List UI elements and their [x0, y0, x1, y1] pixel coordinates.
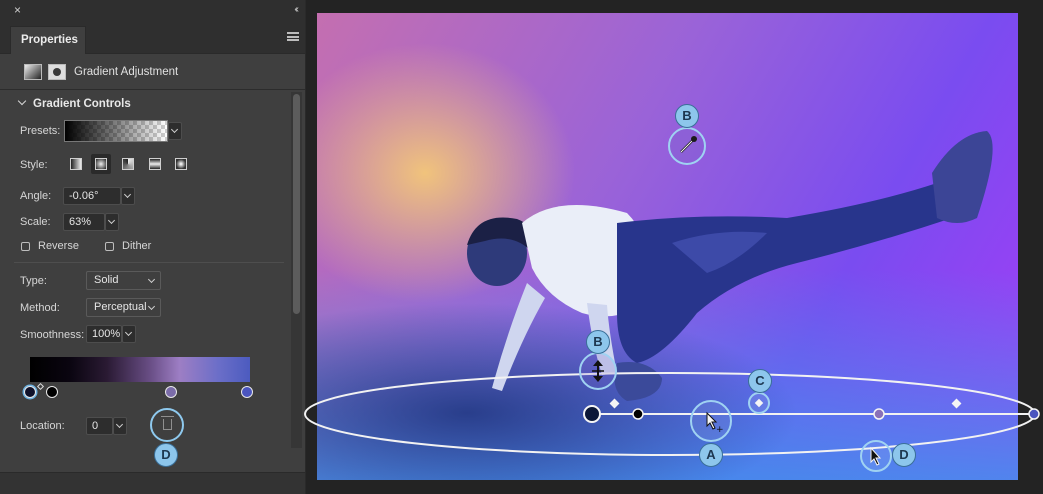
gradient-end-stop — [1028, 408, 1040, 420]
scale-input[interactable]: 63% — [63, 213, 105, 231]
adjustment-header: Gradient Adjustment — [0, 54, 305, 90]
scrollbar-thumb[interactable] — [293, 94, 300, 314]
smoothness-label: Smoothness: — [20, 329, 85, 341]
trash-icon — [161, 416, 174, 430]
presets-label: Presets: — [20, 125, 61, 137]
angle-dropdown-button[interactable] — [121, 187, 135, 205]
adjustment-title: Gradient Adjustment — [74, 66, 179, 78]
section-divider — [14, 262, 284, 263]
location-input[interactable]: 0 — [86, 417, 113, 435]
reflected-gradient-icon — [149, 158, 161, 170]
style-linear-button[interactable] — [66, 154, 86, 174]
properties-panel: × ‹‹ Properties Gradient Adjustment Grad… — [0, 0, 306, 494]
callout-c-midpoint: C — [748, 369, 772, 393]
reverse-label: Reverse — [38, 240, 79, 252]
style-reflected-button[interactable] — [145, 154, 165, 174]
tab-properties[interactable]: Properties — [10, 26, 86, 54]
panel-menu-icon[interactable] — [287, 32, 299, 41]
panel-bottom-bar — [0, 472, 305, 494]
diamond-gradient-icon — [175, 158, 187, 170]
document-canvas[interactable] — [317, 13, 1018, 480]
dither-checkbox[interactable] — [105, 242, 114, 251]
smoothness-input[interactable]: 100% — [86, 325, 122, 343]
gradient-controls-section-header[interactable]: Gradient Controls — [0, 95, 290, 113]
type-dropdown[interactable]: Solid — [86, 271, 161, 290]
color-stop[interactable] — [46, 386, 58, 398]
style-label: Style: — [20, 159, 48, 171]
type-label: Type: — [20, 275, 47, 287]
linear-gradient-icon — [70, 158, 82, 170]
dither-label: Dither — [122, 240, 152, 252]
method-label: Method: — [20, 302, 60, 314]
panel-collapse-icon[interactable]: ‹‹ — [294, 4, 298, 15]
smoothness-dropdown-button[interactable] — [122, 325, 136, 343]
gradient-ramp[interactable] — [30, 357, 250, 382]
color-stop[interactable] — [165, 386, 177, 398]
close-icon[interactable]: × — [14, 3, 21, 17]
mask-icon[interactable] — [48, 64, 66, 80]
panel-tab-row: Properties — [0, 22, 305, 54]
chevron-down-icon[interactable] — [17, 96, 27, 106]
radial-gradient-icon — [95, 158, 107, 170]
panel-scrollbar[interactable] — [291, 92, 302, 448]
callout-b-eyedropper: B — [675, 104, 699, 128]
scale-label: Scale: — [20, 216, 51, 228]
presets-gradient-swatch[interactable] — [64, 120, 168, 142]
callout-b-scale: B — [586, 330, 610, 354]
angle-gradient-icon — [122, 158, 134, 170]
color-midpoint[interactable] — [36, 382, 45, 391]
location-dropdown-button[interactable] — [113, 417, 127, 435]
angle-label: Angle: — [20, 190, 52, 202]
delete-stop-button[interactable] — [150, 408, 184, 442]
gradient-overlay — [317, 13, 1018, 480]
scale-dropdown-button[interactable] — [105, 213, 119, 231]
style-angle-button[interactable] — [118, 154, 138, 174]
reverse-checkbox[interactable] — [21, 242, 30, 251]
color-stop[interactable] — [241, 386, 253, 398]
method-dropdown[interactable]: Perceptual — [86, 298, 161, 317]
color-stop[interactable] — [24, 386, 36, 398]
angle-input[interactable]: -0.06° — [63, 187, 121, 205]
location-label: Location: — [20, 420, 65, 432]
style-radial-button[interactable] — [91, 154, 111, 174]
callout-d-panel: D — [154, 443, 178, 467]
style-diamond-button[interactable] — [171, 154, 191, 174]
gradient-adjustment-icon[interactable] — [24, 64, 42, 80]
callout-a-move: A — [699, 443, 723, 467]
panel-top-bar: × ‹‹ — [0, 0, 305, 22]
callout-d-delete: D — [892, 443, 916, 467]
presets-dropdown-button[interactable] — [168, 122, 182, 140]
section-title: Gradient Controls — [33, 98, 131, 110]
